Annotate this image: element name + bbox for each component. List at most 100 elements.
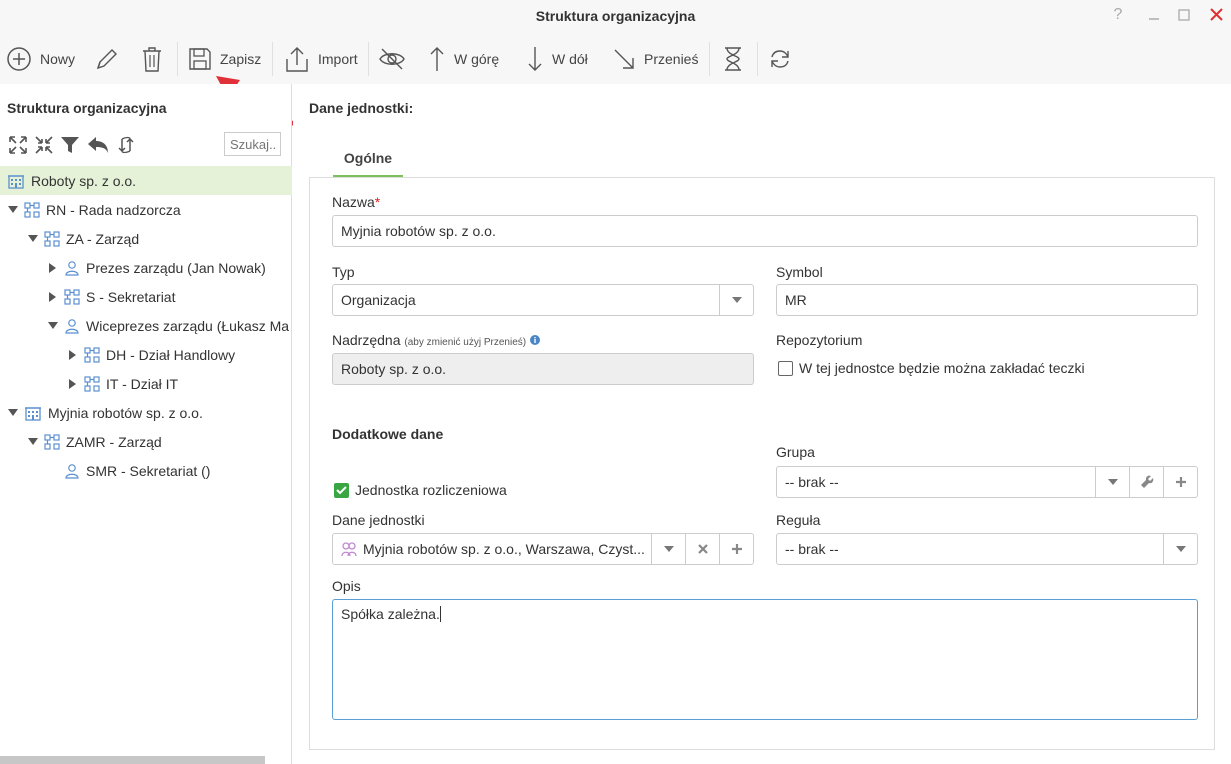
toolbar: Nowy Zapisz Import W górę W dół Przenieś: [0, 34, 1231, 84]
building-icon: [24, 405, 42, 421]
toolbar-separator: [709, 42, 710, 76]
tree-node[interactable]: ZAMR - Zarząd: [0, 427, 292, 456]
tree-search-input[interactable]: [224, 132, 281, 156]
toolbar-separator: [177, 42, 178, 76]
tree-node[interactable]: Prezes zarządu (Jan Nowak): [0, 253, 292, 282]
symbol-input[interactable]: MR: [776, 284, 1198, 316]
org-unit-icon: [84, 375, 100, 392]
arrow-up-icon: [430, 47, 444, 71]
settlement-unit-checkbox[interactable]: Jednostka rozliczeniowa: [334, 482, 507, 498]
caret-right-icon[interactable]: [66, 377, 80, 391]
plus-icon: [731, 544, 742, 554]
tree-node[interactable]: RN - Rada nadzorcza: [0, 195, 292, 224]
repository-label: Repozytorium: [776, 332, 863, 348]
tree-node[interactable]: S - Sekretariat: [0, 282, 292, 311]
filter-icon[interactable]: [60, 135, 80, 155]
tree-node[interactable]: IT - Dział IT: [0, 369, 292, 398]
tree-node-label: Roboty sp. z o.o.: [31, 172, 137, 189]
text-cursor: [439, 606, 441, 622]
caret-down-icon[interactable]: [46, 319, 60, 333]
details-title: Dane jednostki:: [309, 100, 414, 116]
hourglass-icon: [725, 47, 741, 71]
caret-down-icon[interactable]: [26, 435, 40, 449]
tree-node[interactable]: Roboty sp. z o.o.: [0, 166, 292, 195]
help-button[interactable]: ?: [1108, 4, 1128, 26]
extra-data-title: Dodatkowe dane: [332, 426, 444, 442]
undo-icon[interactable]: [86, 135, 110, 155]
caret-right-icon[interactable]: [46, 261, 60, 275]
hide-button[interactable]: [378, 42, 406, 76]
maximize-button[interactable]: [1174, 4, 1194, 26]
move-down-button[interactable]: W dół: [526, 42, 588, 76]
caret-down-icon[interactable]: [6, 203, 20, 217]
tree-node[interactable]: DH - Dział Handlowy: [0, 340, 292, 369]
tab-general[interactable]: Ogólne: [333, 148, 403, 178]
unit-data-label: Dane jednostki: [332, 512, 425, 528]
tree-node[interactable]: ZA - Zarząd: [0, 224, 292, 253]
collapse-all-icon[interactable]: [34, 135, 54, 155]
org-unit-icon: [64, 288, 80, 305]
horizontal-scrollbar[interactable]: [0, 756, 265, 764]
caret-down-icon[interactable]: [6, 406, 20, 420]
edit-button[interactable]: [94, 42, 120, 76]
close-button[interactable]: [1206, 4, 1226, 26]
group-add-button[interactable]: [1163, 467, 1197, 497]
group-select[interactable]: -- brak --: [776, 466, 1198, 498]
unit-data-select[interactable]: Myjnia robotów sp. z o.o., Warszawa, Czy…: [332, 533, 754, 565]
caret-right-icon[interactable]: [46, 290, 60, 304]
minimize-icon: [1149, 18, 1159, 20]
person-icon: [64, 463, 80, 479]
description-textarea[interactable]: Spółka zależna.: [332, 599, 1198, 720]
expand-all-icon[interactable]: [8, 135, 28, 155]
minimize-button[interactable]: [1144, 4, 1164, 26]
new-button[interactable]: Nowy: [6, 42, 75, 76]
info-icon: [530, 335, 540, 345]
check-icon: [336, 485, 347, 494]
unit-data-clear-button[interactable]: [685, 534, 719, 564]
trash-icon: [143, 47, 161, 72]
type-dropdown-button[interactable]: [719, 285, 753, 315]
move-button[interactable]: Przenieś: [612, 42, 698, 76]
rule-dropdown-button[interactable]: [1163, 534, 1197, 564]
org-unit-icon: [44, 433, 60, 450]
org-unit-icon: [84, 346, 100, 363]
move-up-button[interactable]: W górę: [428, 42, 499, 76]
unit-data-add-button[interactable]: [719, 534, 753, 564]
tree-toolbar: [8, 134, 136, 156]
eye-off-icon: [379, 48, 405, 70]
group-dropdown-button[interactable]: [1095, 467, 1129, 497]
tree-node-label: Prezes zarządu (Jan Nowak): [86, 259, 266, 276]
tree-node[interactable]: SMR - Sekretariat (): [0, 456, 292, 485]
person-icon: [64, 260, 80, 276]
delete-button[interactable]: [140, 42, 164, 76]
unit-data-dropdown-button[interactable]: [651, 534, 685, 564]
rule-select[interactable]: -- brak --: [776, 533, 1198, 565]
repository-checkbox-box[interactable]: [778, 360, 793, 376]
tree-node-label: IT - Dział IT: [106, 375, 179, 392]
tree-node[interactable]: Myjnia robotów sp. z o.o.: [0, 398, 292, 427]
chevron-down-icon: [1107, 479, 1118, 485]
history-button[interactable]: [722, 42, 744, 76]
parent-label: Nadrzędna (aby zmienić użyj Przenieś): [332, 332, 540, 348]
tree-node[interactable]: Wiceprezes zarządu (Łukasz Ma: [0, 311, 292, 340]
refresh-button[interactable]: [768, 42, 792, 76]
refresh-icon: [771, 50, 789, 68]
close-icon: [1209, 8, 1223, 21]
contact-card-icon: [341, 542, 357, 557]
toolbar-separator: [368, 42, 369, 76]
group-label: Grupa: [776, 444, 815, 460]
tree-node-label: ZA - Zarząd: [66, 230, 140, 247]
wrench-icon: [1140, 475, 1153, 488]
plus-circle-icon: [7, 47, 31, 71]
type-select[interactable]: Organizacja: [332, 284, 754, 316]
chevron-down-icon: [663, 546, 674, 552]
repository-checkbox[interactable]: W tej jednostce będzie można zakładać te…: [778, 360, 1085, 376]
group-edit-button[interactable]: [1129, 467, 1163, 497]
sync-icon[interactable]: [116, 135, 136, 155]
name-input[interactable]: Myjnia robotów sp. z o.o.: [332, 215, 1198, 247]
caret-right-icon[interactable]: [66, 348, 80, 362]
caret-down-icon[interactable]: [26, 232, 40, 246]
settlement-unit-checkbox-box[interactable]: [334, 482, 349, 498]
building-icon: [7, 173, 25, 189]
